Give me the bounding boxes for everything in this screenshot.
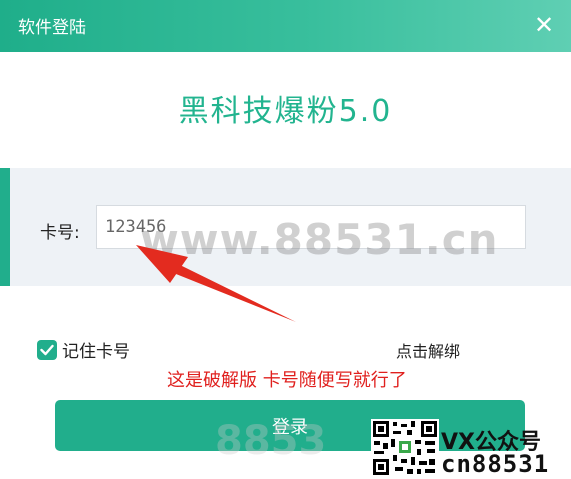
remember-label: 记住卡号	[62, 342, 130, 362]
unbind-link[interactable]: 点击解绑	[396, 338, 460, 362]
title-bar: 软件登陆 ✕	[0, 0, 571, 52]
qr-code-image	[371, 419, 439, 477]
checkbox-checked-icon[interactable]	[37, 339, 57, 360]
cracked-version-note: 这是破解版 卡号随便写就行了	[167, 370, 407, 391]
close-icon[interactable]: ✕	[531, 12, 557, 38]
panel-accent-bar	[0, 168, 10, 286]
card-label: 卡号:	[40, 223, 80, 243]
card-panel: 卡号:	[0, 168, 571, 286]
card-number-input[interactable]	[96, 205, 526, 249]
window-title: 软件登陆	[18, 18, 86, 38]
watermark-cn-text: cn88531	[441, 450, 550, 478]
remember-card-checkbox[interactable]: 记住卡号	[37, 337, 130, 362]
app-heading: 黑科技爆粉5.0	[178, 94, 393, 129]
